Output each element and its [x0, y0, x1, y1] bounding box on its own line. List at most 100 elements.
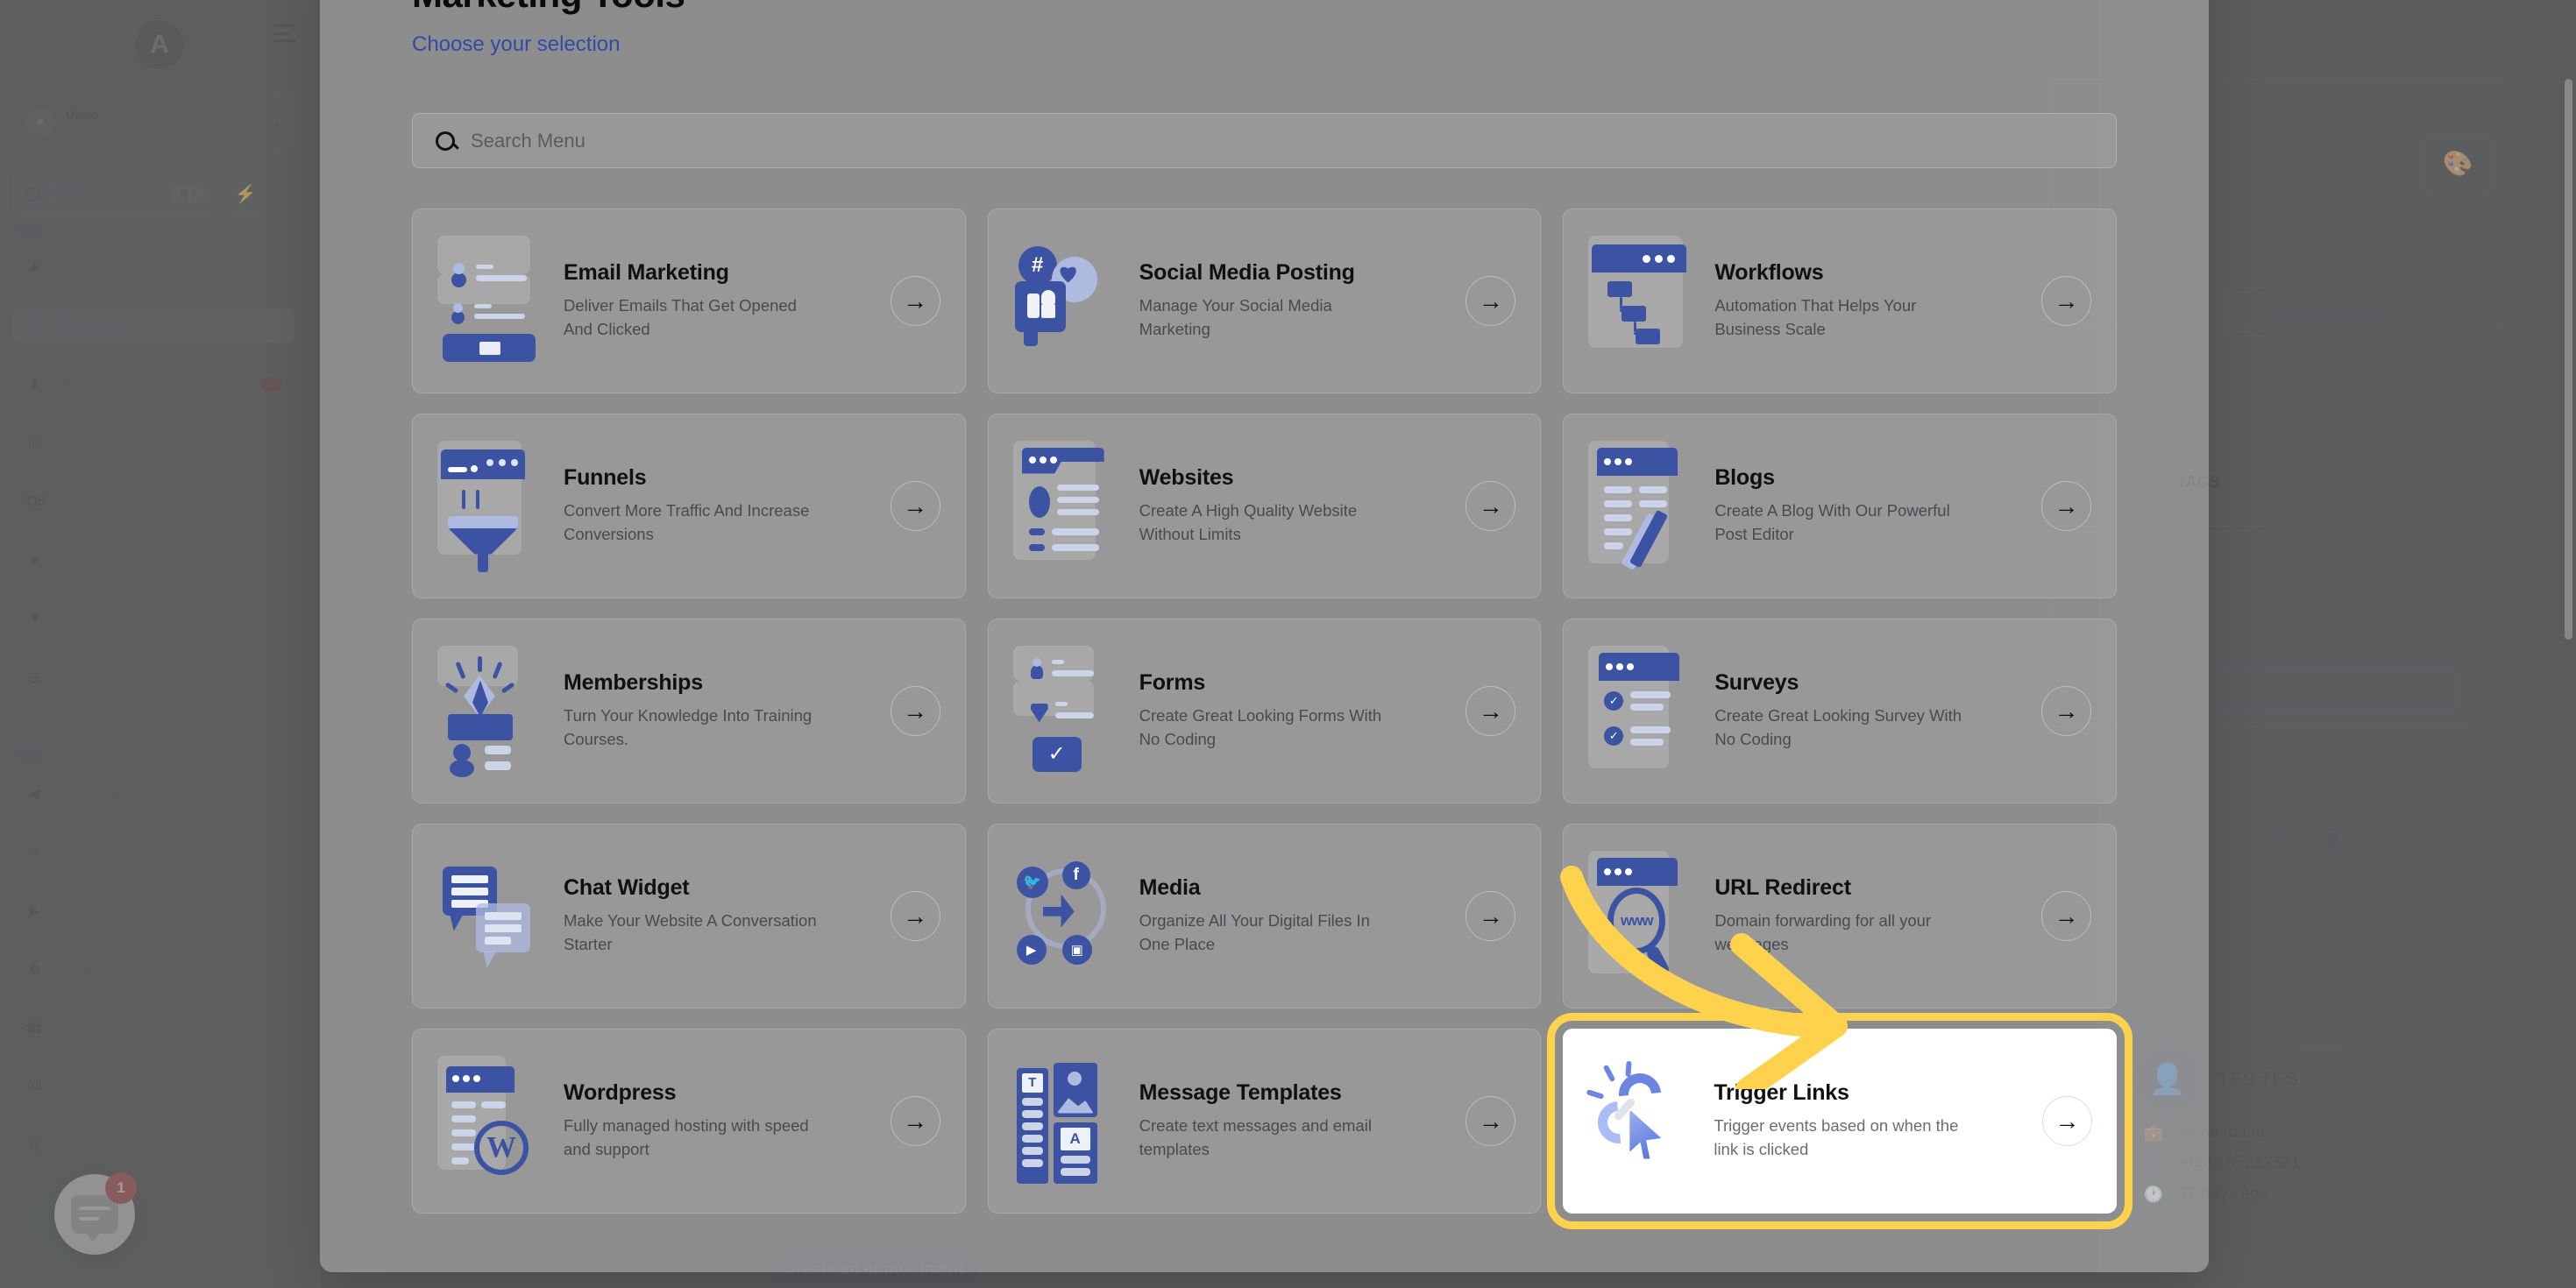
tool-card-memberships[interactable]: Memberships Turn Your Knowledge Into Trai…: [412, 619, 966, 803]
arrow-right-icon[interactable]: →: [891, 891, 940, 941]
templates-art: T A: [1013, 1056, 1118, 1187]
tool-card-text: Blogs Create A Blog With Our Powerful Pos…: [1714, 465, 2020, 547]
tool-card-title: Media: [1139, 875, 1445, 901]
tool-card-media[interactable]: 🐦 f ▶ ▣ Media Organize All Your Digital F…: [988, 824, 1542, 1008]
tool-card-title: Wordpress: [564, 1080, 869, 1106]
media-illustration-icon: 🐦 f ▶ ▣: [1013, 851, 1118, 982]
tool-card-title: Email Marketing: [564, 260, 869, 286]
tool-card-title: Websites: [1139, 465, 1445, 491]
tool-card-title: Message Templates: [1139, 1080, 1445, 1106]
survey-illustration-icon: ✓ ✓: [1588, 646, 1693, 777]
tool-card-title: Blogs: [1714, 465, 2020, 491]
wordpress-illustration-icon: W: [437, 1056, 543, 1187]
tool-card-title: Chat Widget: [564, 875, 869, 901]
search-icon: [436, 131, 455, 151]
tool-card-title: Forms: [1139, 670, 1445, 696]
funnel-art: [437, 441, 543, 572]
arrow-right-icon[interactable]: →: [1465, 1096, 1515, 1146]
blog-art: [1588, 441, 1693, 572]
arrow-right-icon[interactable]: →: [1465, 276, 1515, 326]
tool-card-websites[interactable]: Websites Create A High Quality Website Wi…: [988, 414, 1542, 598]
tool-card-text: Forms Create Great Looking Forms With No …: [1139, 670, 1445, 752]
tool-card-chat-widget[interactable]: Chat Widget Make Your Website A Conversat…: [412, 824, 966, 1008]
tool-card-title: Workflows: [1714, 260, 2020, 286]
tool-card-url-redirect[interactable]: www URL Redirect Domain forwarding for al…: [1563, 824, 2117, 1008]
tool-card-description: Deliver Emails That Get Opened And Click…: [564, 294, 827, 342]
trigger-art: [1587, 1056, 1692, 1187]
tool-card-blogs[interactable]: Blogs Create A Blog With Our Powerful Pos…: [1563, 414, 2117, 598]
tool-card-social-media-posting[interactable]: # Social Media Posting Manage Your Social…: [988, 209, 1542, 393]
modal-subtitle: Choose your selection: [412, 32, 2117, 57]
tool-card-description: Create A High Quality Website Without Li…: [1139, 499, 1402, 547]
tool-card-description: Trigger events based on when the link is…: [1714, 1115, 1976, 1162]
arrow-right-icon[interactable]: →: [1465, 891, 1515, 941]
tool-card-text: Memberships Turn Your Knowledge Into Trai…: [564, 670, 869, 752]
search-menu-field[interactable]: Search Menu: [412, 113, 2117, 168]
url-art: www: [1588, 851, 1693, 982]
url-illustration-icon: www: [1588, 851, 1693, 982]
tool-card-description: Create Great Looking Survey With No Codi…: [1714, 704, 1977, 752]
email-art: [437, 236, 543, 367]
arrow-right-icon[interactable]: →: [2041, 276, 2091, 326]
arrow-right-icon[interactable]: →: [1465, 686, 1515, 736]
tool-card-message-templates[interactable]: T A Message Templates Create text message…: [988, 1029, 1542, 1214]
templates-illustration-icon: T A: [1013, 1056, 1118, 1187]
tool-card-title: Surveys: [1714, 670, 2020, 696]
arrow-right-icon[interactable]: →: [891, 1096, 940, 1146]
trigger-illustration-icon: [1587, 1056, 1692, 1187]
tool-card-workflows[interactable]: Workflows Automation That Helps Your Busi…: [1563, 209, 2117, 393]
tool-card-description: Create Great Looking Forms With No Codin…: [1139, 704, 1402, 752]
website-art: [1013, 441, 1118, 572]
tool-card-title: Social Media Posting: [1139, 260, 1445, 286]
arrow-right-icon[interactable]: →: [2041, 481, 2091, 531]
arrow-right-icon[interactable]: →: [1465, 481, 1515, 531]
tool-card-description: Domain forwarding for all your webpages: [1714, 909, 1977, 957]
membership-illustration-icon: [437, 646, 543, 777]
tool-card-wordpress[interactable]: WWordpressFully managed hosting with spe…: [412, 1029, 966, 1214]
tool-card-title: Trigger Links: [1714, 1080, 2021, 1106]
arrow-right-icon[interactable]: →: [2041, 686, 2091, 736]
tool-card-email-marketing[interactable]: Email Marketing Deliver Emails That Get O…: [412, 209, 966, 393]
tool-card-text: Surveys Create Great Looking Survey With …: [1714, 670, 2020, 752]
tool-card-text: Chat Widget Make Your Website A Conversat…: [564, 875, 869, 957]
tool-card-description: Organize All Your Digital Files In One P…: [1139, 909, 1402, 957]
tool-card-text: Email Marketing Deliver Emails That Get O…: [564, 260, 869, 342]
tool-card-description: Make Your Website A Conversation Starter: [564, 909, 827, 957]
tool-card-description: Automation That Helps Your Business Scal…: [1714, 294, 1977, 342]
tool-card-text: Trigger Links Trigger events based on whe…: [1714, 1080, 2021, 1162]
social-illustration-icon: #: [1013, 236, 1118, 367]
tool-card-description: Create text messages and email templates: [1139, 1115, 1402, 1162]
tool-card-text: FunnelsConvert More Traffic And Increase…: [564, 465, 869, 547]
tool-card-text: Workflows Automation That Helps Your Busi…: [1714, 260, 2020, 342]
search-placeholder: Search Menu: [471, 130, 585, 152]
tool-card-title: Funnels: [564, 465, 869, 491]
tool-card-trigger-links[interactable]: Trigger Links Trigger events based on whe…: [1563, 1029, 2117, 1214]
tool-card-surveys[interactable]: ✓ ✓ Surveys Create Great Looking Survey W…: [1563, 619, 2117, 803]
tool-card-text: Message Templates Create text messages an…: [1139, 1080, 1445, 1162]
arrow-right-icon[interactable]: →: [2041, 891, 2091, 941]
social-art: #: [1013, 236, 1118, 367]
chat-illustration-icon: [437, 851, 543, 982]
tool-card-description: Create A Blog With Our Powerful Post Edi…: [1714, 499, 1977, 547]
tool-card-text: Social Media Posting Manage Your Social M…: [1139, 260, 1445, 342]
blog-illustration-icon: [1588, 441, 1693, 572]
workflow-art: [1588, 236, 1693, 367]
membership-art: [437, 646, 543, 777]
email-illustration-icon: [437, 236, 543, 367]
tool-card-funnels[interactable]: FunnelsConvert More Traffic And Increase…: [412, 414, 966, 598]
tool-card-description: Turn Your Knowledge Into Training Course…: [564, 704, 827, 752]
tool-card-title: URL Redirect: [1714, 875, 2020, 901]
form-art: ✓: [1013, 646, 1118, 777]
funnel-illustration-icon: [437, 441, 543, 572]
tool-card-forms[interactable]: ✓ Forms Create Great Looking Forms With No…: [988, 619, 1542, 803]
tool-card-text: Websites Create A High Quality Website Wi…: [1139, 465, 1445, 547]
arrow-right-icon[interactable]: →: [891, 276, 940, 326]
arrow-right-icon[interactable]: →: [2042, 1096, 2092, 1146]
workflow-illustration-icon: [1588, 236, 1693, 367]
arrow-right-icon[interactable]: →: [891, 481, 940, 531]
tool-card-title: Memberships: [564, 670, 869, 696]
page-title: Marketing Tools: [412, 0, 2117, 16]
arrow-right-icon[interactable]: →: [891, 686, 940, 736]
tool-card-text: Media Organize All Your Digital Files In …: [1139, 875, 1445, 957]
tool-card-description: Manage Your Social Media Marketing: [1139, 294, 1402, 342]
